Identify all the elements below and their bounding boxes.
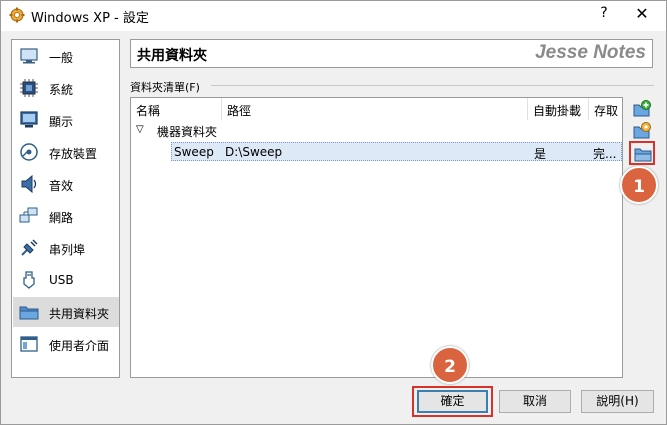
sidebar-item-usb[interactable]: USB <box>13 265 119 295</box>
page-title: 共用資料夾 <box>137 48 207 64</box>
page-title-box: 共用資料夾 Jesse Notes <box>130 39 653 68</box>
help-title-button[interactable]: ? <box>593 5 615 25</box>
machine-folders-group[interactable]: ▽ 機器資料夾 <box>131 122 622 140</box>
table-row[interactable]: Sweep D:\Sweep 是 完... <box>171 142 622 161</box>
column-header-automount[interactable]: 自動掛載 <box>528 98 588 120</box>
settings-sidebar: 一般 系統 顯示 存放裝置 音效 網路 串列埠 USB 共用資料夾 使用者介面 <box>11 39 120 378</box>
callout-badge-2: 2 <box>431 346 469 384</box>
group-label: 機器資料夾 <box>157 125 218 139</box>
sidebar-item-general[interactable]: 一般 <box>13 41 119 71</box>
close-button[interactable]: ✕ <box>631 4 653 26</box>
sidebar-item-audio[interactable]: 音效 <box>13 169 119 199</box>
sidebar-item-label: 串列埠 <box>49 243 86 257</box>
add-folder-icon[interactable] <box>632 99 652 119</box>
column-header-path[interactable]: 路徑 <box>222 98 527 120</box>
cancel-button[interactable]: 取消 <box>499 390 571 413</box>
display-icon <box>20 111 38 128</box>
chip-icon <box>20 79 38 97</box>
edit-folder-icon[interactable] <box>632 121 652 141</box>
sidebar-item-label: 使用者介面 <box>49 339 110 353</box>
serial-port-icon <box>21 239 38 256</box>
column-header-name[interactable]: 名稱 <box>131 98 221 120</box>
help-button[interactable]: 說明(H) <box>581 390 654 413</box>
sidebar-item-label: 系統 <box>49 83 74 97</box>
settings-dialog: Windows XP - 設定 ? ✕ 一般 系統 顯示 存放裝置 音效 網路 … <box>0 0 667 425</box>
network-icon <box>19 207 38 223</box>
cell-automount: 是 <box>534 147 547 161</box>
callout-badge-1: 1 <box>620 166 658 204</box>
cell-name: Sweep <box>174 145 214 159</box>
shared-folder-list[interactable]: 名稱 路徑 自動掛載 存取 ▽ 機器資料夾 Sweep D:\Sweep 是 完… <box>130 97 623 378</box>
watermark: Jesse Notes <box>535 42 646 63</box>
sidebar-item-serial-port[interactable]: 串列埠 <box>13 233 119 263</box>
window-title: Windows XP - 設定 <box>31 11 149 26</box>
title-bar: Windows XP - 設定 ? ✕ <box>1 1 666 31</box>
usb-icon <box>23 271 35 289</box>
monitor-icon <box>20 48 38 64</box>
sidebar-item-label: 共用資料夾 <box>49 307 110 321</box>
cell-access: 完... <box>593 147 617 161</box>
sidebar-item-label: 一般 <box>49 51 74 65</box>
sidebar-item-storage[interactable]: 存放裝置 <box>13 137 119 167</box>
cell-path: D:\Sweep <box>225 145 283 159</box>
remove-folder-button[interactable] <box>629 141 655 165</box>
ui-window-icon <box>20 336 38 352</box>
sidebar-item-user-interface[interactable]: 使用者介面 <box>13 329 119 359</box>
sidebar-item-label: 存放裝置 <box>49 147 98 161</box>
speaker-icon <box>21 174 37 194</box>
sidebar-item-shared-folders[interactable]: 共用資料夾 <box>13 297 119 327</box>
sidebar-item-system[interactable]: 系統 <box>13 73 119 103</box>
sidebar-item-network[interactable]: 網路 <box>13 201 119 231</box>
remove-folder-icon <box>634 148 652 162</box>
sidebar-item-display[interactable]: 顯示 <box>13 105 119 135</box>
column-header-access[interactable]: 存取 <box>589 98 622 120</box>
folder-list-label: 資料夾清單(F) <box>130 81 200 94</box>
sidebar-item-label: USB <box>49 273 74 287</box>
ok-button[interactable]: 確定 <box>417 390 488 413</box>
sidebar-item-label: 網路 <box>49 211 74 225</box>
virtualbox-gear-icon <box>9 7 25 23</box>
section-divider <box>211 85 654 86</box>
sidebar-item-label: 音效 <box>49 179 74 193</box>
folder-icon <box>19 306 39 320</box>
sidebar-item-label: 顯示 <box>49 115 74 129</box>
expand-arrow-icon[interactable]: ▽ <box>136 124 144 135</box>
storage-disk-icon <box>20 143 38 161</box>
